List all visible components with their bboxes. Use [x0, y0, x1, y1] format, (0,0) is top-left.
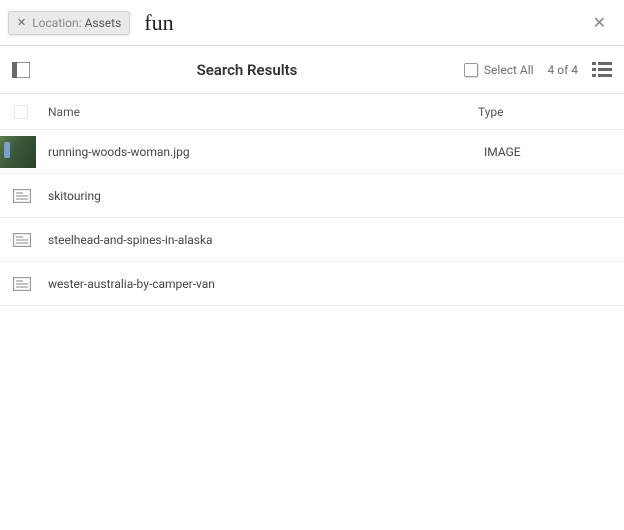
filter-chip-location[interactable]: ✕ Location: Assets: [8, 11, 130, 35]
search-bar: ✕ Location: Assets ✕: [0, 0, 624, 46]
select-all-button[interactable]: Select All: [464, 63, 534, 77]
clear-search-icon[interactable]: ✕: [583, 13, 616, 32]
table-row[interactable]: wester-australia-by-camper-van: [0, 262, 624, 306]
image-thumbnail: [0, 136, 36, 168]
cell-name: wester-australia-by-camper-van: [48, 277, 484, 291]
search-input[interactable]: [140, 8, 582, 38]
header-checkbox[interactable]: [14, 105, 28, 119]
thumbnail: [8, 180, 36, 212]
column-header-row: Name Type: [0, 94, 624, 130]
table-row[interactable]: steelhead-and-spines-in-alaska: [0, 218, 624, 262]
page-title: Search Results: [197, 61, 298, 79]
results-list: running-woods-woman.jpg IMAGE skitouring…: [0, 130, 624, 306]
column-header-name[interactable]: Name: [48, 105, 478, 119]
chip-value: Assets: [85, 16, 122, 30]
thumbnail: [0, 136, 36, 168]
checkbox-icon: [464, 63, 478, 77]
close-icon[interactable]: ✕: [17, 16, 26, 29]
cell-type: IMAGE: [484, 145, 624, 159]
select-all-label: Select All: [484, 63, 534, 77]
toolbar: Search Results Select All 4 of 4: [0, 46, 624, 94]
thumbnail: [8, 268, 36, 300]
cell-name: skitouring: [48, 189, 484, 203]
list-view-icon[interactable]: [592, 61, 612, 79]
page-icon: [13, 277, 31, 291]
chip-label: Location:: [32, 16, 81, 30]
column-header-type[interactable]: Type: [478, 105, 624, 119]
rail-toggle-icon[interactable]: [12, 62, 30, 78]
cell-name: running-woods-woman.jpg: [48, 145, 484, 159]
table-row[interactable]: skitouring: [0, 174, 624, 218]
page-icon: [13, 189, 31, 203]
table-row[interactable]: running-woods-woman.jpg IMAGE: [0, 130, 624, 174]
cell-name: steelhead-and-spines-in-alaska: [48, 233, 484, 247]
page-icon: [13, 233, 31, 247]
result-count: 4 of 4: [548, 63, 578, 77]
thumbnail: [8, 224, 36, 256]
